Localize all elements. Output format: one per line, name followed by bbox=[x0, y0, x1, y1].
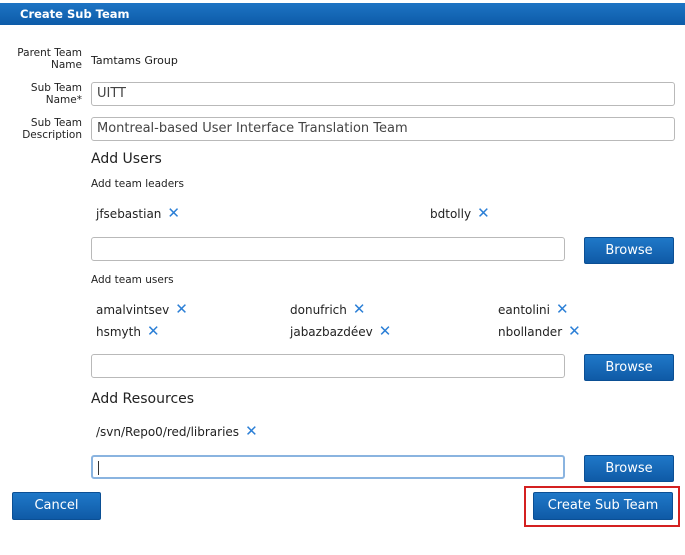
user-name: donufrich bbox=[290, 303, 347, 317]
sub-team-description-input[interactable]: Montreal-based User Interface Translatio… bbox=[91, 117, 675, 141]
text-cursor bbox=[98, 461, 99, 475]
browse-leaders-button[interactable]: Browse bbox=[584, 237, 674, 264]
resource-path: /svn/Repo0/red/libraries bbox=[96, 425, 240, 439]
user-chip: nbollander ✕ bbox=[498, 322, 581, 340]
sub-team-name-label: Sub Team Name* bbox=[30, 82, 82, 106]
resources-input[interactable] bbox=[91, 455, 565, 479]
cancel-button[interactable]: Cancel bbox=[12, 492, 101, 520]
add-team-users-label: Add team users bbox=[91, 274, 174, 286]
sub-team-name-input[interactable]: UITT bbox=[91, 82, 675, 106]
leader-chip: bdtolly ✕ bbox=[430, 204, 490, 222]
add-team-leaders-label: Add team leaders bbox=[91, 178, 184, 190]
user-name: amalvintsev bbox=[96, 303, 170, 317]
leader-name: bdtolly bbox=[430, 207, 472, 221]
user-chip: donufrich ✕ bbox=[290, 300, 365, 318]
user-chip: jabazbazdéev ✕ bbox=[290, 322, 391, 340]
user-chip: amalvintsev ✕ bbox=[96, 300, 188, 318]
parent-team-label: Parent Team Name bbox=[17, 47, 82, 71]
user-name: hsmyth bbox=[96, 325, 141, 339]
remove-icon[interactable]: ✕ bbox=[556, 300, 569, 318]
team-users-input[interactable] bbox=[91, 354, 565, 378]
create-button-highlight bbox=[524, 486, 680, 527]
leader-chip: jfsebastian ✕ bbox=[96, 204, 180, 222]
remove-icon[interactable]: ✕ bbox=[568, 322, 581, 340]
remove-icon[interactable]: ✕ bbox=[353, 300, 366, 318]
user-name: nbollander bbox=[498, 325, 563, 339]
remove-icon[interactable]: ✕ bbox=[379, 322, 392, 340]
user-name: jabazbazdéev bbox=[290, 325, 373, 339]
team-leaders-input[interactable] bbox=[91, 237, 565, 261]
parent-team-value: Tamtams Group bbox=[91, 54, 178, 67]
remove-icon[interactable]: ✕ bbox=[477, 204, 490, 222]
remove-icon[interactable]: ✕ bbox=[147, 322, 160, 340]
browse-users-button[interactable]: Browse bbox=[584, 354, 674, 381]
remove-icon[interactable]: ✕ bbox=[175, 300, 188, 318]
user-chip: eantolini ✕ bbox=[498, 300, 569, 318]
dialog-title: Create Sub Team bbox=[20, 7, 130, 21]
remove-icon[interactable]: ✕ bbox=[167, 204, 180, 222]
leader-name: jfsebastian bbox=[96, 207, 162, 221]
browse-resources-button[interactable]: Browse bbox=[584, 455, 674, 482]
add-resources-heading: Add Resources bbox=[91, 391, 195, 407]
resource-chip: /svn/Repo0/red/libraries ✕ bbox=[96, 422, 258, 440]
dialog-title-bar: Create Sub Team bbox=[0, 3, 685, 25]
add-users-heading: Add Users bbox=[91, 151, 162, 167]
sub-team-description-label: Sub Team Description bbox=[22, 117, 82, 141]
user-chip: hsmyth ✕ bbox=[96, 322, 160, 340]
user-name: eantolini bbox=[498, 303, 550, 317]
remove-icon[interactable]: ✕ bbox=[245, 422, 258, 440]
